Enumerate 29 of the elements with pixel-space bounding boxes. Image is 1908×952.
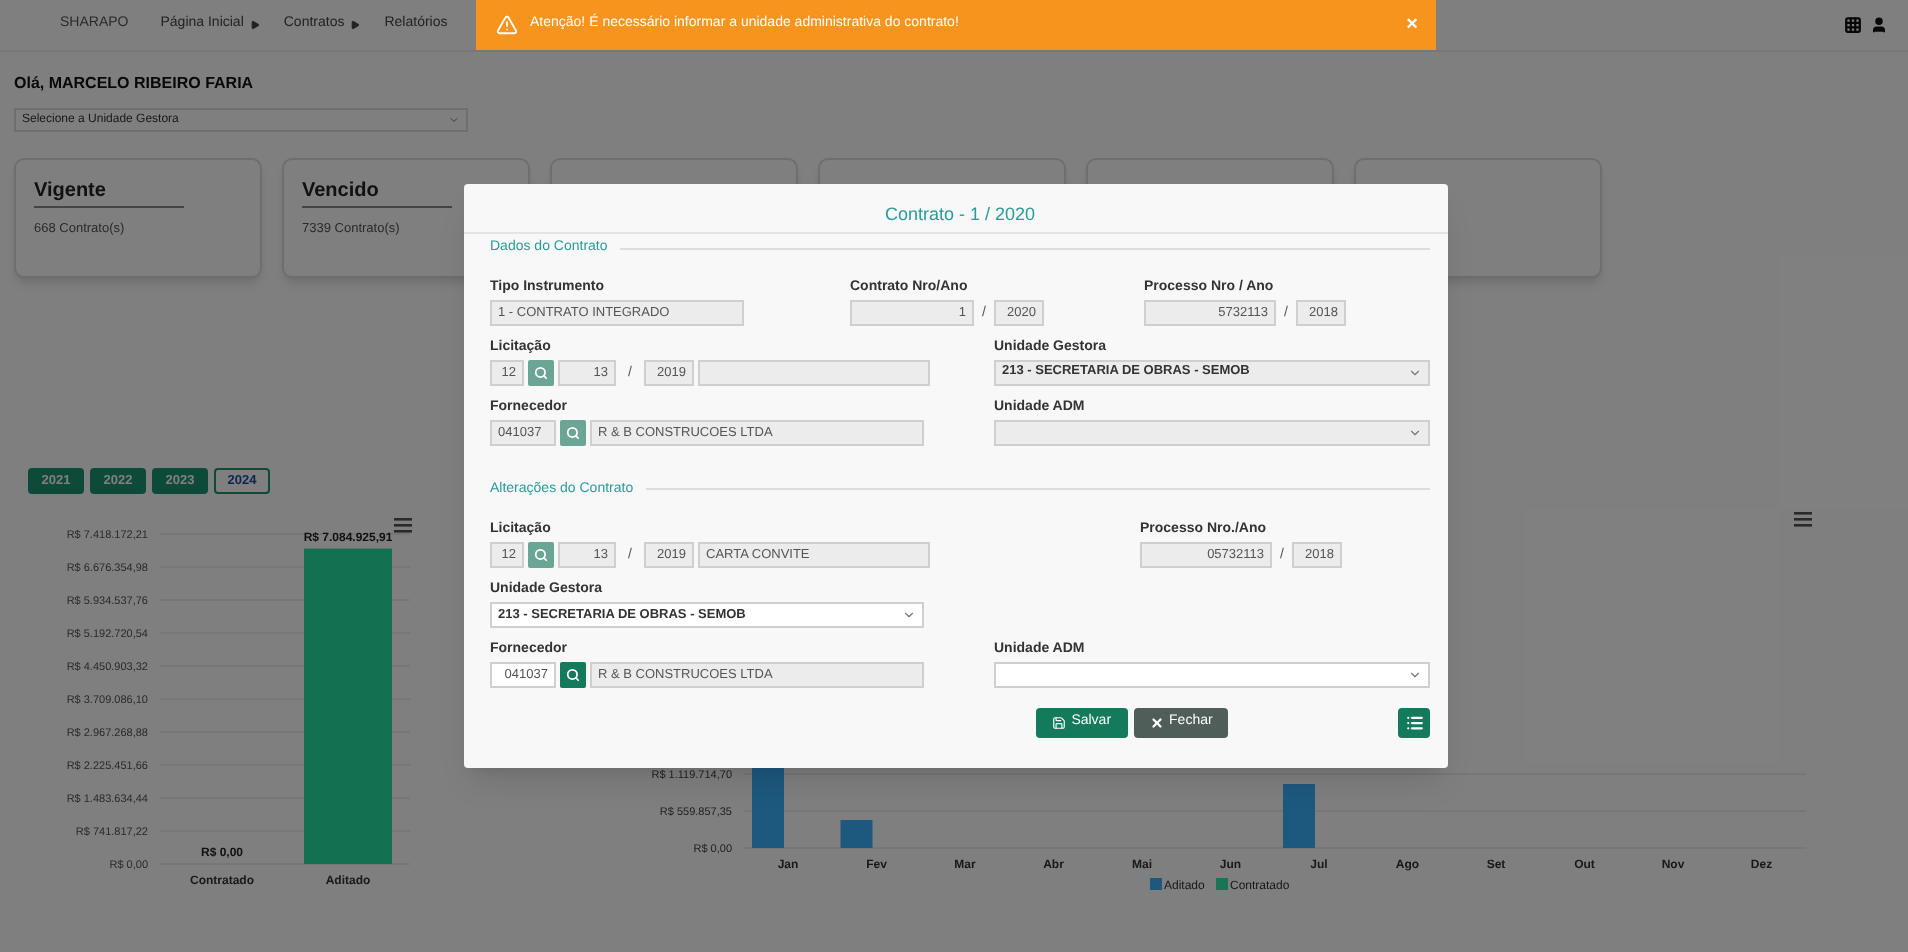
search-icon bbox=[566, 668, 580, 682]
menu-icon[interactable] bbox=[1794, 512, 1812, 527]
apps-grid-icon[interactable] bbox=[1844, 16, 1862, 34]
card-title: Vigente bbox=[34, 178, 108, 206]
menu-icon[interactable] bbox=[394, 518, 412, 533]
dialog-title: Contrato - 1 / 2020 bbox=[882, 202, 1038, 228]
search-icon bbox=[566, 425, 580, 439]
caret-icon bbox=[1408, 425, 1422, 439]
chart-bar bbox=[840, 820, 873, 848]
card-title: Vencido bbox=[302, 178, 381, 206]
greeting-text: Olá, MARCELO RIBEIRO FARIA bbox=[14, 72, 256, 96]
chart-bar bbox=[1283, 784, 1315, 848]
search-button[interactable] bbox=[560, 662, 586, 688]
warning-icon bbox=[496, 14, 518, 36]
list-icon bbox=[1405, 714, 1424, 732]
caret-icon bbox=[1408, 365, 1422, 379]
search-icon bbox=[534, 365, 548, 379]
user-icon[interactable] bbox=[1870, 16, 1888, 34]
caret-icon bbox=[448, 114, 460, 126]
list-button[interactable] bbox=[1398, 708, 1431, 738]
input-field[interactable] bbox=[698, 359, 930, 385]
caret-icon bbox=[902, 608, 916, 622]
close-icon bbox=[1149, 716, 1164, 730]
caret-icon bbox=[1408, 668, 1422, 682]
save-icon bbox=[1051, 716, 1066, 730]
select-field[interactable] bbox=[994, 662, 1430, 688]
legend-swatch bbox=[1216, 878, 1228, 890]
legend-swatch bbox=[1150, 878, 1162, 890]
search-icon bbox=[534, 548, 548, 562]
